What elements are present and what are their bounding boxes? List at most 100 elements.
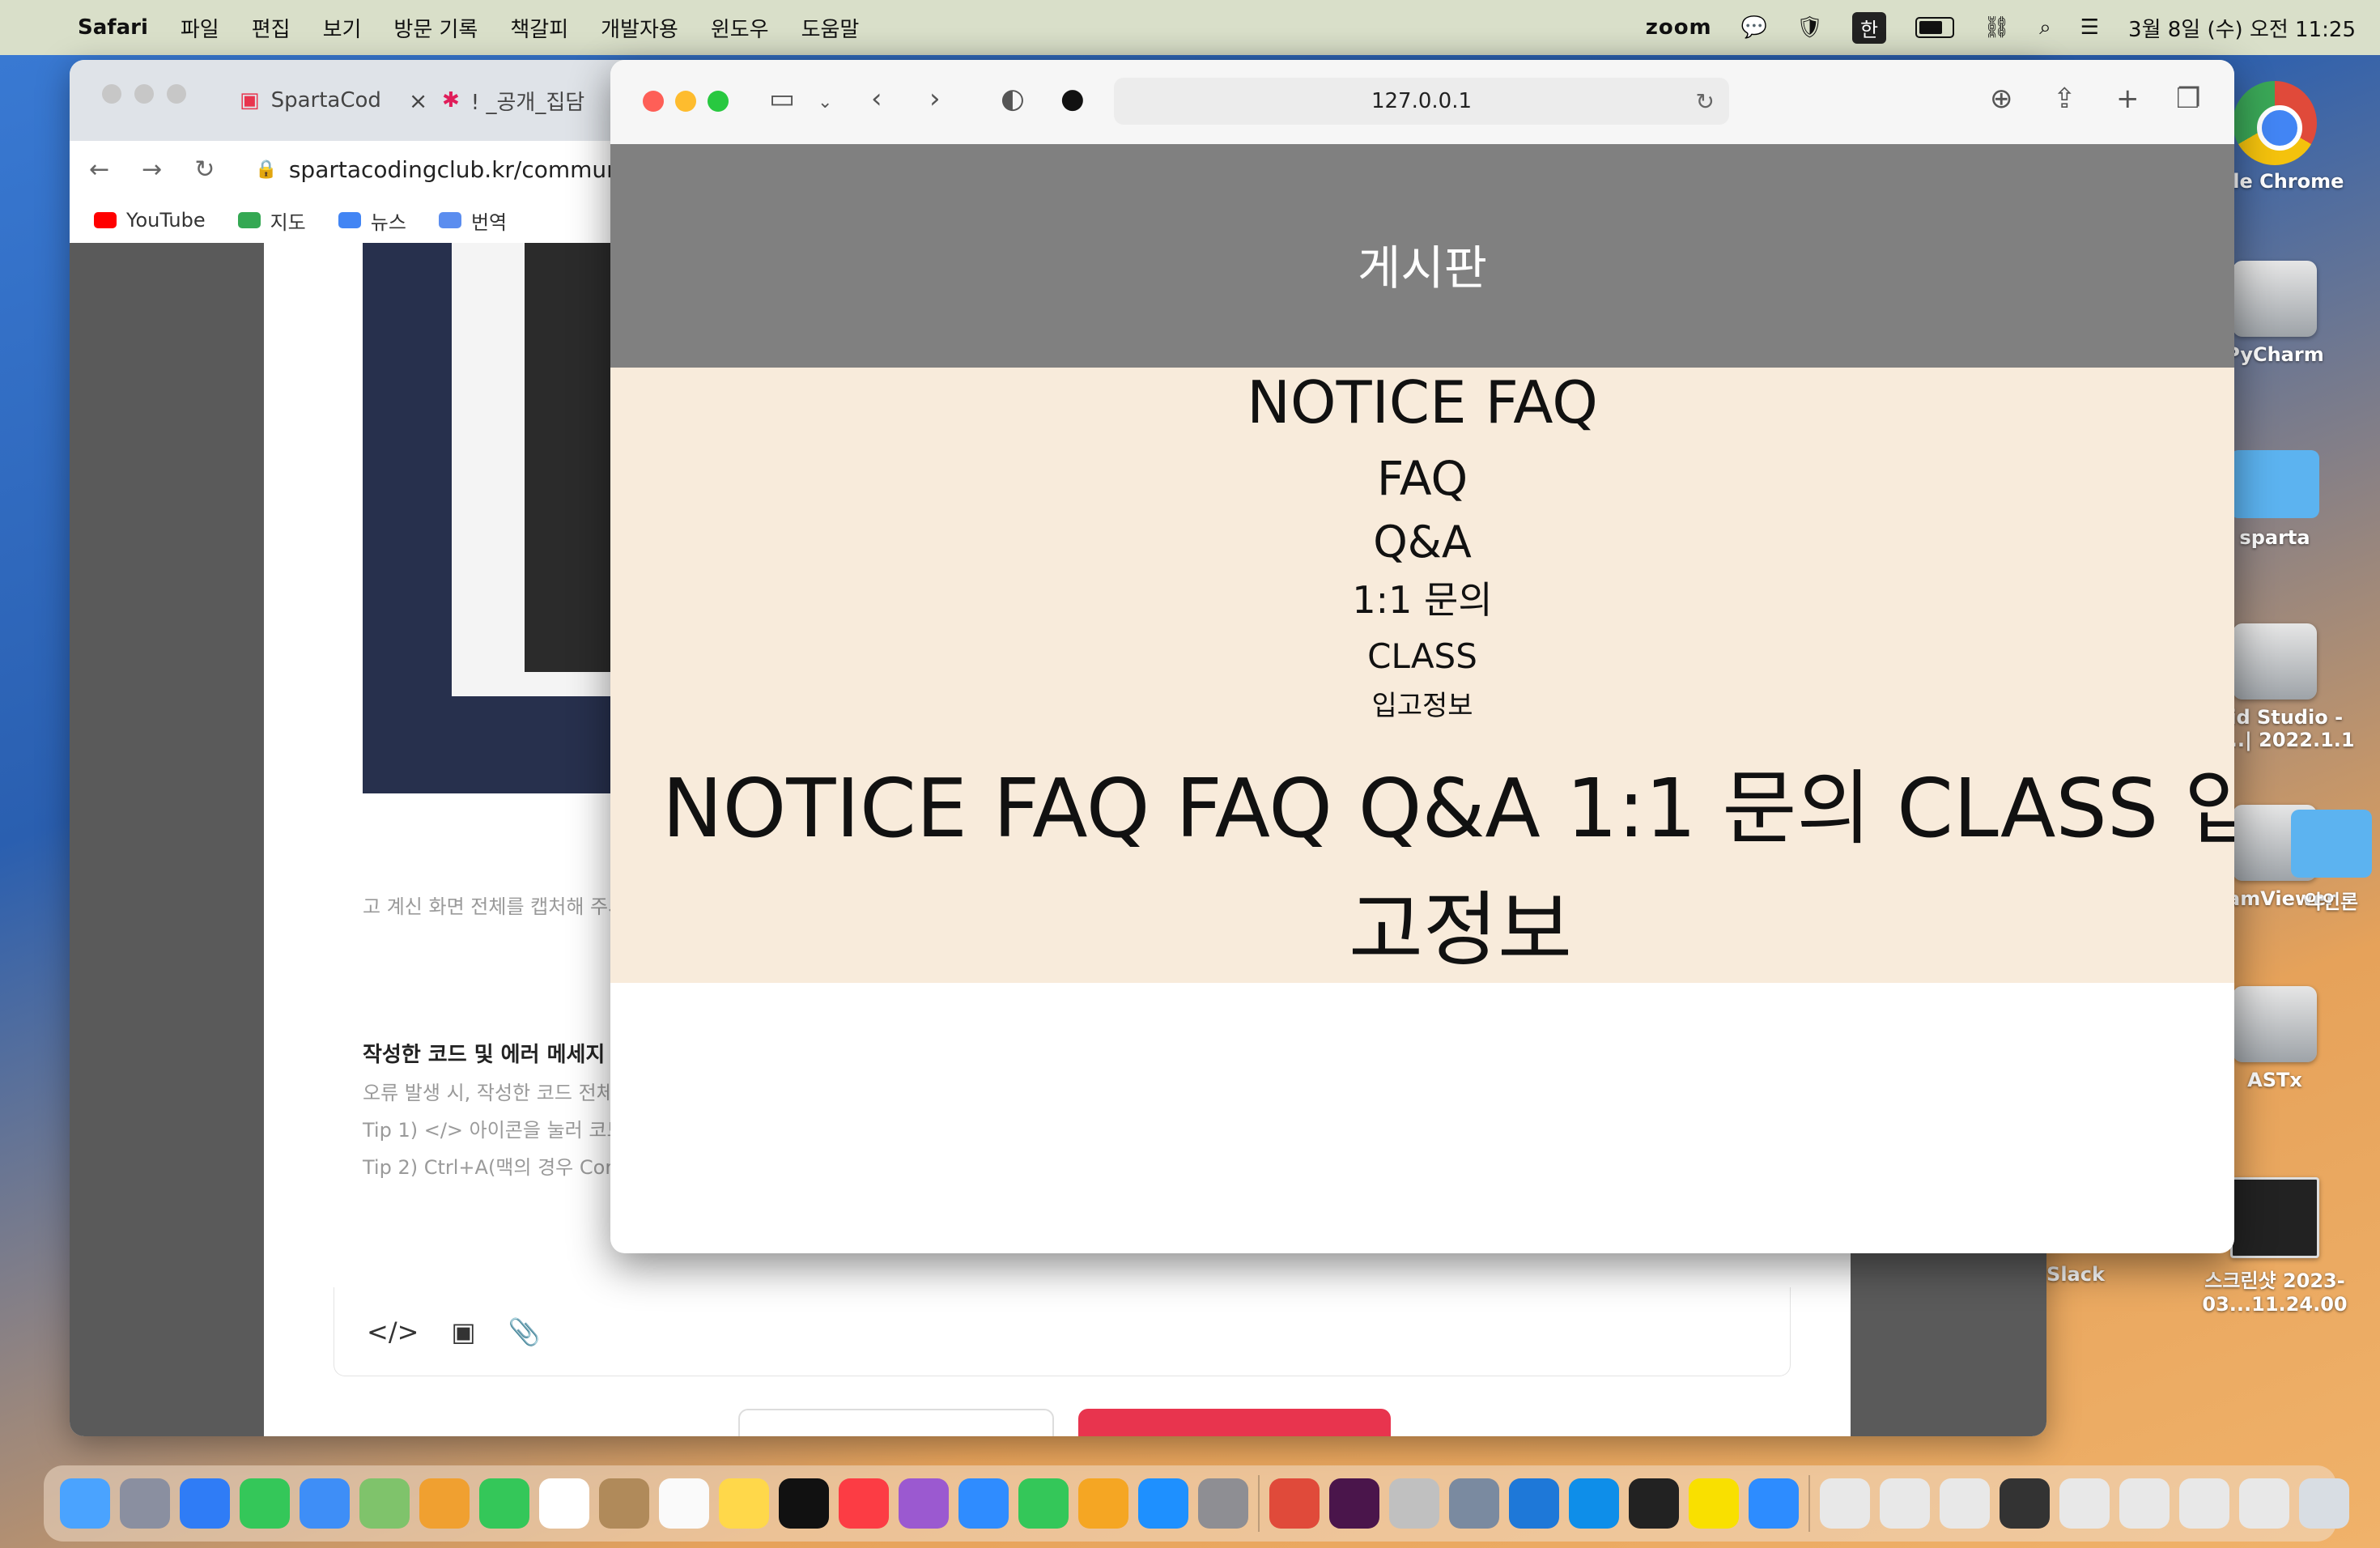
notes-icon[interactable]	[719, 1478, 769, 1529]
cancel-button[interactable]	[738, 1409, 1054, 1436]
menu-edit[interactable]: 편집	[252, 13, 291, 43]
folder-icon	[2230, 450, 2319, 518]
finder-icon[interactable]	[60, 1478, 110, 1529]
menu-history[interactable]: 방문 기록	[393, 13, 478, 43]
menu-app-name[interactable]: Safari	[78, 15, 148, 40]
minimize-button[interactable]	[134, 84, 154, 104]
chevron-down-icon[interactable]: ⌄	[818, 92, 832, 113]
new-tab-icon[interactable]: +	[2116, 83, 2140, 115]
menu-help[interactable]: 도움말	[801, 13, 860, 43]
download-icon[interactable]: ⊕	[1990, 83, 2013, 115]
address-bar[interactable]: 127.0.0.1 ↻	[1114, 78, 1729, 125]
photos-icon[interactable]	[419, 1478, 470, 1529]
control-center-icon[interactable]: ☰	[2080, 15, 2099, 40]
recent-window-thumbnail[interactable]	[2179, 1478, 2229, 1529]
input-source[interactable]: 한	[1852, 11, 1887, 44]
reminders-icon[interactable]	[659, 1478, 709, 1529]
messages-icon[interactable]	[240, 1478, 290, 1529]
close-button[interactable]	[102, 84, 121, 104]
image-icon[interactable]: ▣	[451, 1316, 475, 1347]
teamviewer-icon[interactable]	[1569, 1478, 1619, 1529]
battery-icon[interactable]	[1915, 17, 1955, 38]
forward-arrow-icon[interactable]: ›	[929, 83, 941, 115]
maximize-button[interactable]	[708, 91, 729, 112]
github-icon[interactable]: ●	[1060, 83, 1085, 115]
numbers-icon[interactable]	[1018, 1478, 1069, 1529]
bookmark-news[interactable]: 뉴스	[338, 206, 406, 235]
slack-icon[interactable]	[1329, 1478, 1379, 1529]
menu-bookmarks[interactable]: 책갈피	[510, 13, 568, 43]
contacts-icon[interactable]	[599, 1478, 649, 1529]
reload-icon[interactable]: ↻	[1696, 88, 1715, 115]
kakaotalk-icon[interactable]	[1689, 1478, 1739, 1529]
facetime-icon[interactable]	[479, 1478, 529, 1529]
maximize-button[interactable]	[167, 84, 186, 104]
back-arrow-icon[interactable]: ←	[89, 155, 109, 184]
menu-view[interactable]: 보기	[323, 13, 362, 43]
tv-icon[interactable]	[779, 1478, 829, 1529]
link-icon[interactable]: ⛓	[1983, 15, 2010, 40]
tab-overview-icon[interactable]: ❐	[2176, 83, 2200, 115]
bookmark-translate[interactable]: 번역	[438, 206, 507, 235]
menu-develop[interactable]: 개발자용	[601, 13, 678, 43]
recent-window-thumbnail[interactable]	[2059, 1478, 2110, 1529]
recent-window-thumbnail[interactable]	[2239, 1478, 2289, 1529]
recent-window-thumbnail[interactable]	[1940, 1478, 1990, 1529]
share-icon[interactable]: ⇪	[2053, 83, 2076, 115]
podcasts-icon[interactable]	[899, 1478, 949, 1529]
recent-window-thumbnail[interactable]	[2000, 1478, 2050, 1529]
privacy-shield-icon[interactable]: ◐	[1001, 83, 1025, 115]
tab-slack[interactable]: ✱ ! _공개_집담	[442, 78, 584, 123]
launchpad-icon[interactable]	[120, 1478, 170, 1529]
settings-icon[interactable]	[1198, 1478, 1248, 1529]
bookmark-youtube[interactable]: YouTube	[94, 209, 206, 232]
menu-stock-info[interactable]: 입고정보	[610, 691, 2234, 721]
vscode-icon[interactable]	[1509, 1478, 1559, 1529]
music-icon[interactable]	[839, 1478, 889, 1529]
clock[interactable]: 3월 8일 (수) 오전 11:25	[2128, 13, 2356, 43]
menu-combined-large[interactable]: NOTICE FAQ FAQ Q&A 1:1 문의 CLASS 입고정보	[643, 748, 2234, 991]
desktop-icon-folder2[interactable]: 악인론	[2283, 810, 2380, 914]
safari-icon[interactable]	[180, 1478, 230, 1529]
trash-icon[interactable]	[2299, 1478, 2349, 1529]
app-store-icon[interactable]	[1138, 1478, 1188, 1529]
back-arrow-icon[interactable]: ‹	[871, 83, 882, 115]
zoom-status[interactable]: zoom	[1646, 15, 1712, 40]
rocket-icon[interactable]	[1389, 1478, 1439, 1529]
menu-class[interactable]: CLASS	[610, 637, 2234, 675]
close-icon[interactable]: ×	[409, 87, 427, 114]
address-bar[interactable]: 🔒 spartacodingclub.kr/commun	[255, 156, 621, 183]
menu-faq[interactable]: FAQ	[610, 453, 2234, 505]
sidebar-icon[interactable]: ▭	[769, 83, 795, 115]
screenshot-thumbnail	[2230, 1177, 2319, 1258]
tab-spartacoding[interactable]: ▣ SpartaCod ×	[240, 78, 427, 123]
mail-icon[interactable]	[300, 1478, 350, 1529]
maps-icon[interactable]	[359, 1478, 410, 1529]
close-button[interactable]	[643, 91, 664, 112]
bookmark-maps[interactable]: 지도	[237, 206, 306, 235]
submit-button[interactable]	[1078, 1409, 1391, 1436]
minimize-button[interactable]	[675, 91, 696, 112]
code-icon[interactable]: </>	[367, 1316, 419, 1347]
reload-icon[interactable]: ↻	[194, 155, 215, 184]
menu-notice-faq[interactable]: NOTICE FAQ	[610, 370, 2234, 435]
calendar-icon[interactable]	[539, 1478, 589, 1529]
recent-window-thumbnail[interactable]	[1820, 1478, 1870, 1529]
menu-window[interactable]: 윈도우	[711, 13, 769, 43]
terminal-icon[interactable]	[1629, 1478, 1679, 1529]
attachment-icon[interactable]: 📎	[508, 1316, 541, 1347]
search-icon[interactable]: ⌕	[2039, 15, 2051, 40]
menu-one-on-one[interactable]: 1:1 문의	[610, 580, 2234, 621]
menu-qna[interactable]: Q&A	[610, 518, 2234, 567]
preview-icon[interactable]	[1449, 1478, 1499, 1529]
keynote-icon[interactable]	[958, 1478, 1009, 1529]
shield-icon[interactable]: 🛡	[1796, 15, 1823, 40]
recent-window-thumbnail[interactable]	[1880, 1478, 1930, 1529]
chat-icon[interactable]: 💬	[1741, 15, 1767, 40]
menu-file[interactable]: 파일	[181, 13, 219, 43]
chrome-icon[interactable]	[1269, 1478, 1320, 1529]
recent-window-thumbnail[interactable]	[2119, 1478, 2170, 1529]
zoom-icon[interactable]	[1749, 1478, 1799, 1529]
forward-arrow-icon[interactable]: →	[142, 155, 162, 184]
pages-icon[interactable]	[1078, 1478, 1128, 1529]
